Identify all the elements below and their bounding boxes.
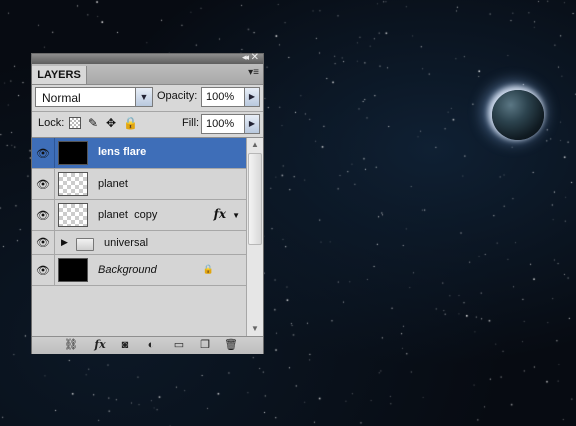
fill-label: Fill: [182, 117, 200, 129]
new-layer-icon[interactable]: ❐ [198, 338, 212, 352]
layer-name: planet copy [98, 209, 158, 221]
scroll-up-icon[interactable]: ▲ [248, 138, 262, 152]
layer-row-planet[interactable]: 👁 planet [32, 169, 246, 200]
eye-icon[interactable]: 👁 [32, 138, 55, 168]
opacity-value: 100% [206, 91, 235, 103]
new-group-icon[interactable]: ▭ [172, 338, 186, 352]
eye-icon[interactable]: 👁 [32, 255, 55, 285]
lock-label: Lock: [38, 117, 65, 129]
adjustment-layer-icon[interactable]: ◐ [144, 338, 158, 352]
layer-thumbnail [58, 141, 88, 165]
trash-icon[interactable]: 🗑 [224, 338, 238, 352]
fill-value: 100% [206, 118, 235, 130]
layer-scrollbar[interactable]: ▲ ▼ [246, 138, 263, 336]
fx-icon[interactable]: fx [90, 338, 110, 352]
layer-name: planet [98, 178, 128, 190]
opacity-field[interactable]: 100% ▶ [201, 87, 260, 107]
tab-layers[interactable]: LAYERS [32, 66, 87, 84]
eye-icon[interactable]: 👁 [32, 231, 55, 254]
scroll-thumb[interactable] [248, 153, 262, 245]
collapse-icon[interactable]: ◂◂ [242, 52, 249, 63]
layer-row-background[interactable]: 👁 Background 🔒 [32, 255, 246, 286]
eye-icon[interactable]: 👁 [32, 169, 55, 199]
panel-titlebar[interactable]: ◂◂ ✕ [32, 52, 263, 64]
lock-position-icon[interactable]: ✥ [105, 117, 117, 129]
chevron-down-icon[interactable]: ▼ [135, 88, 152, 106]
opacity-label: Opacity: [157, 90, 198, 102]
layer-thumbnail [58, 172, 88, 196]
padlock-icon: 🔒 [202, 264, 214, 274]
opacity-arrow-icon[interactable]: ▶ [244, 88, 259, 106]
disclosure-triangle-icon[interactable]: ▶ [61, 237, 68, 248]
fill-arrow-icon[interactable]: ▶ [244, 115, 259, 133]
layer-name: lens flare [98, 146, 147, 158]
layers-toolbar: ⛓ fx ◙ ◐ ▭ ❐ 🗑 [32, 336, 263, 354]
layer-thumbnail [58, 203, 88, 227]
fill-field[interactable]: 100% ▶ [201, 114, 260, 134]
close-icon[interactable]: ✕ [251, 52, 259, 63]
scroll-down-icon[interactable]: ▼ [248, 322, 262, 336]
panel-menu-icon[interactable]: ▾≡ [248, 67, 259, 78]
link-layers-icon[interactable]: ⛓ [62, 338, 80, 352]
layer-name: universal [104, 237, 149, 249]
chevron-down-icon[interactable]: ▼ [232, 211, 240, 220]
eye-icon[interactable]: 👁 [32, 200, 55, 230]
layer-row-universal[interactable]: 👁 ▶ universal [32, 231, 246, 255]
lock-image-icon[interactable]: ✎ [87, 117, 99, 129]
layers-panel: ◂◂ ✕ LAYERS ▾≡ Normal ▼ Opacity: 100% ▶ … [31, 52, 264, 354]
blend-mode-select[interactable]: Normal ▼ [35, 87, 153, 107]
blend-mode-value: Normal [42, 91, 81, 105]
layer-thumbnail [58, 258, 88, 282]
planet-image [492, 90, 544, 140]
layer-name: Background [98, 264, 157, 276]
fx-icon[interactable]: fx [214, 207, 226, 221]
layer-list: 👁 lens flare 👁 planet 👁 planet copy fx ▼… [32, 138, 246, 336]
mask-icon[interactable]: ◙ [118, 338, 132, 352]
lock-transparent-icon[interactable] [69, 117, 81, 129]
lock-all-icon[interactable]: 🔒 [123, 117, 138, 129]
layer-row-lens-flare[interactable]: 👁 lens flare [32, 138, 246, 169]
layer-row-planet-copy[interactable]: 👁 planet copy fx ▼ [32, 200, 246, 231]
divider [32, 111, 263, 112]
panel-tab-row: LAYERS ▾≡ [32, 64, 263, 85]
folder-icon [76, 238, 94, 251]
